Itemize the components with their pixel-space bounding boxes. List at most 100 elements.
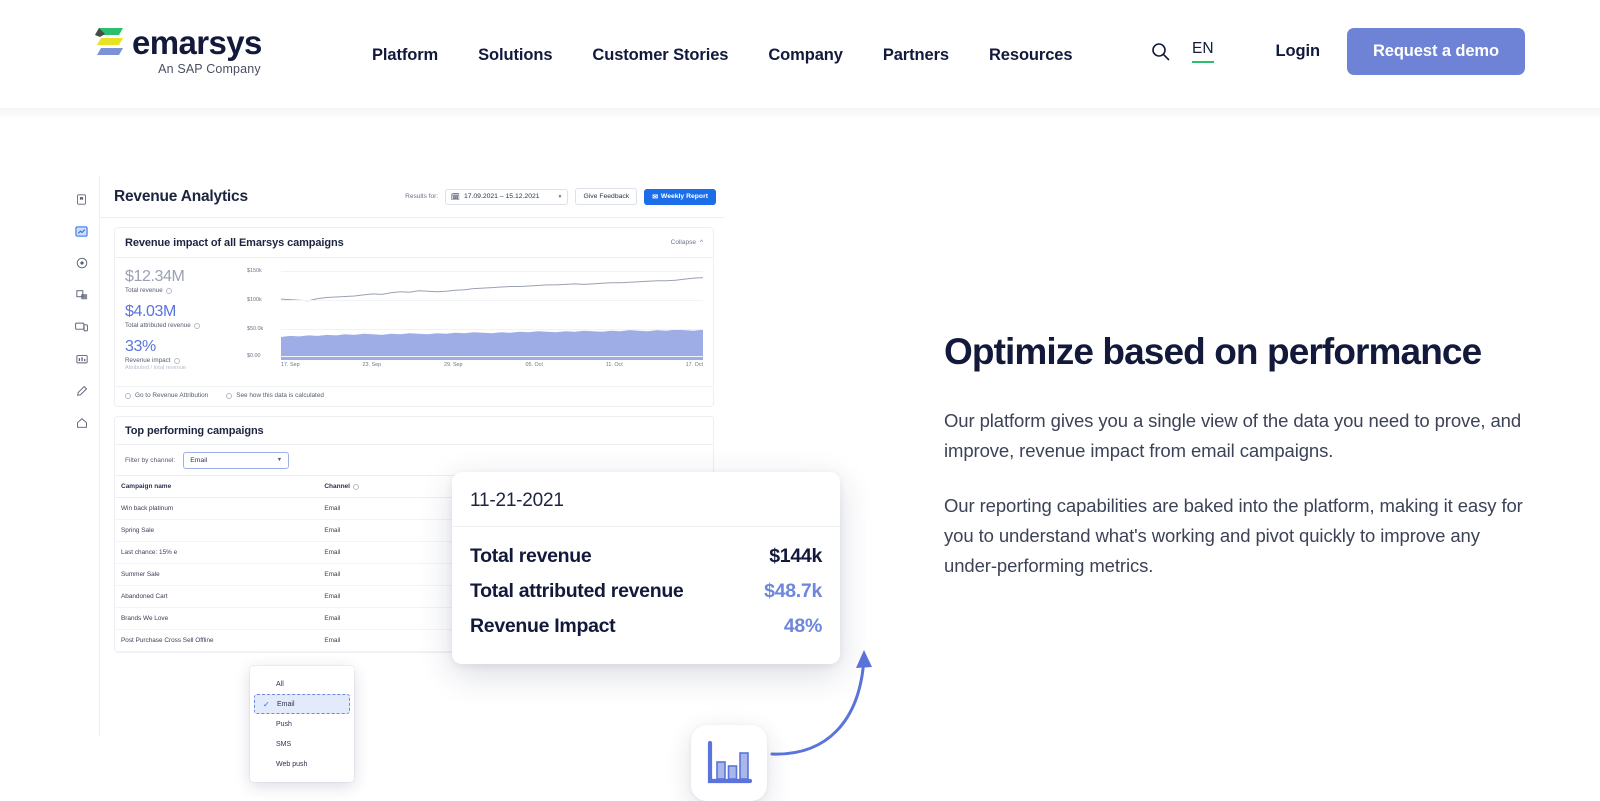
target-icon[interactable] <box>71 252 93 274</box>
copy-block: Optimize based on performance Our platfo… <box>944 331 1534 581</box>
dropdown-option-web-push[interactable]: ✓Web push <box>254 754 350 774</box>
segments-icon[interactable] <box>71 284 93 306</box>
chart-series-svg <box>281 268 703 360</box>
dropdown-option-sms[interactable]: ✓SMS <box>254 734 350 754</box>
tooltip-label: Revenue Impact <box>470 615 616 637</box>
gridline <box>281 271 703 272</box>
kpi-label-text: Revenue impact <box>125 357 171 364</box>
kpi-attributed-revenue-value: $4.03M <box>125 303 176 320</box>
product-visual: Revenue Analytics Results for: 🗓 17.09.2… <box>64 176 884 801</box>
col-channel[interactable]: Channel <box>318 475 414 498</box>
see-how-calculated-link[interactable]: See how this data is calculated <box>226 392 324 399</box>
link-label: See how this data is calculated <box>236 392 324 399</box>
revenue-impact-links: Go to Revenue Attribution See how this d… <box>115 386 713 406</box>
info-icon[interactable] <box>193 322 200 329</box>
cell-name: Spring Sale <box>115 519 319 542</box>
nav-item-resources[interactable]: Resources <box>969 40 1092 71</box>
give-feedback-button[interactable]: Give Feedback <box>575 188 638 205</box>
dropdown-option-email[interactable]: ✓ Email <box>254 694 350 714</box>
mail-icon: ✉ <box>652 193 658 201</box>
dropdown-option-label: Push <box>276 720 292 728</box>
y-tick-2: $50.0k <box>247 326 264 332</box>
date-range-value: 17.09.2021 – 15.12.2021 <box>463 193 540 200</box>
logo-row: emarsys <box>95 26 262 60</box>
info-icon[interactable] <box>173 357 180 364</box>
kpi-total-revenue: $12.34M Total revenue <box>125 268 245 294</box>
y-tick-3: $0.00 <box>247 353 261 359</box>
weekly-report-button[interactable]: ✉ Weekly Report <box>644 188 716 205</box>
info-icon[interactable] <box>165 287 172 294</box>
page-title: Optimize based on performance <box>944 331 1482 372</box>
search-icon <box>1152 43 1170 61</box>
main-navigation: Platform Solutions Customer Stories Comp… <box>352 40 1092 71</box>
y-tick-0: $150k <box>247 268 262 274</box>
dropdown-option-push[interactable]: ✓Push <box>254 714 350 734</box>
dropdown-option-label: Web push <box>276 760 308 768</box>
background-tint <box>0 108 1600 120</box>
kpi-label-text: Total revenue <box>125 287 163 294</box>
tooltip-rows: Total revenue $144k Total attributed rev… <box>452 527 840 664</box>
dropdown-option-label: All <box>276 680 284 688</box>
home-icon[interactable] <box>71 412 93 434</box>
go-to-revenue-attribution-link[interactable]: Go to Revenue Attribution <box>125 392 208 399</box>
nav-item-solutions[interactable]: Solutions <box>458 40 572 71</box>
bar-chart-icon <box>707 740 753 784</box>
cell-name: Abandoned Cart <box>115 585 319 608</box>
nav-item-platform[interactable]: Platform <box>352 40 458 71</box>
chart-x-axis: 17. Sep 23. Sep 29. Sep 05. Oct 11. Oct … <box>281 362 703 368</box>
analytics-icon[interactable] <box>71 220 93 242</box>
dashboard-header-actions: Results for: 🗓 17.09.2021 – 15.12.2021 ▼… <box>405 188 716 205</box>
top-campaigns-title: Top performing campaigns <box>125 424 264 437</box>
tooltip-value: $144k <box>769 545 822 567</box>
request-demo-button[interactable]: Request a demo <box>1346 28 1525 75</box>
chart-plot-area <box>281 268 703 360</box>
logo[interactable]: emarsys An SAP Company <box>95 26 262 76</box>
tooltip-label: Total revenue <box>470 545 592 567</box>
tools-icon[interactable] <box>71 380 93 402</box>
dropdown-option-all[interactable]: ✓All <box>254 674 350 694</box>
cell-channel: Email <box>318 519 414 542</box>
collapse-button[interactable]: Collapse ^ <box>671 239 703 246</box>
emarsys-logo-icon <box>95 28 123 55</box>
logo-tagline: An SAP Company <box>158 62 261 76</box>
weekly-report-label: Weekly Report <box>660 193 708 200</box>
copy-paragraph-2: Our reporting capabilities are baked int… <box>944 495 1523 577</box>
dashboard-sidebar <box>64 176 100 736</box>
bookmark-icon[interactable] <box>71 188 93 210</box>
channel-dropdown-menu[interactable]: ✓All ✓ Email ✓Push✓SMS✓Web push <box>250 666 354 782</box>
nav-item-partners[interactable]: Partners <box>863 40 969 71</box>
copy-paragraph-1: Our platform gives you a single view of … <box>944 409 1522 461</box>
kpi-total-revenue-label: Total revenue <box>125 287 245 294</box>
info-icon[interactable] <box>352 483 359 490</box>
y-tick-1: $100k <box>247 297 262 303</box>
search-button[interactable] <box>1144 35 1178 69</box>
tooltip-row-revenue-impact: Revenue Impact 48% <box>470 609 822 644</box>
top-campaigns-header: Top performing campaigns <box>115 417 713 445</box>
nav-item-customer-stories[interactable]: Customer Stories <box>572 40 748 71</box>
col-label: Campaign name <box>121 483 172 490</box>
tooltip-row-total-revenue: Total revenue $144k <box>470 539 822 574</box>
nav-item-company[interactable]: Company <box>748 40 862 71</box>
kpi-total-revenue-value: $12.34M <box>125 268 185 285</box>
channel-filter-select[interactable]: Email ▼ <box>183 451 290 469</box>
cell-channel: Email <box>318 585 414 608</box>
date-range-picker[interactable]: 🗓 17.09.2021 – 15.12.2021 ▼ <box>445 188 569 205</box>
reports-icon[interactable] <box>71 348 93 370</box>
x-tick-1: 23. Sep <box>362 362 382 368</box>
login-link[interactable]: Login <box>1276 42 1321 61</box>
language-selector[interactable]: EN <box>1191 40 1214 63</box>
col-campaign-name[interactable]: Campaign name <box>115 475 319 498</box>
gridline <box>281 356 703 357</box>
dropdown-option-label: Email <box>277 700 295 708</box>
check-icon: ✓ <box>263 699 270 709</box>
channels-icon[interactable] <box>71 316 93 338</box>
tooltip-value: $48.7k <box>764 580 822 602</box>
site-header: emarsys An SAP Company Platform Solution… <box>0 0 1600 108</box>
collapse-label: Collapse <box>670 239 696 246</box>
channel-filter-value: Email <box>190 456 208 464</box>
arrow-circle-icon <box>125 392 131 399</box>
x-tick-2: 29. Sep <box>443 362 463 368</box>
col-label: Channel <box>324 483 350 490</box>
dashboard-header: Revenue Analytics Results for: 🗓 17.09.2… <box>100 176 724 218</box>
cell-channel: Email <box>318 541 414 564</box>
